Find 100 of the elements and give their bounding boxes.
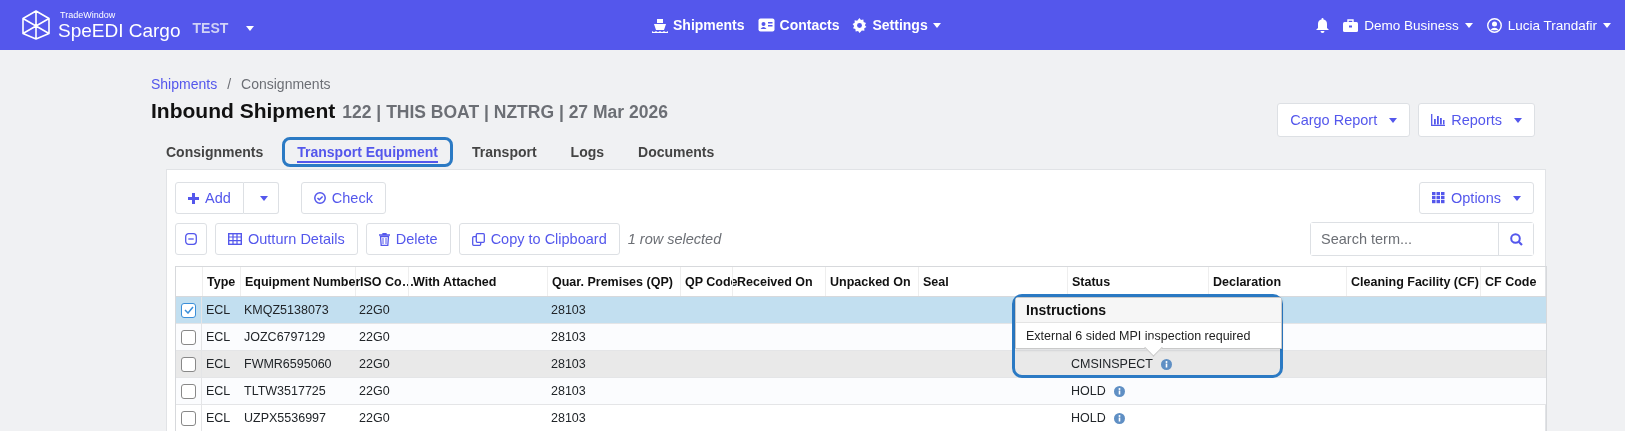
- table-cell: ECL: [206, 303, 231, 317]
- table-icon: [228, 233, 242, 245]
- nav-link[interactable]: Shipments: [652, 17, 745, 33]
- tab[interactable]: Logs: [555, 137, 620, 167]
- column-header[interactable]: Unpacked On: [830, 274, 911, 289]
- briefcase-icon: [1343, 18, 1359, 32]
- table-cell: JOZC6797129: [244, 330, 326, 344]
- table-row[interactable]: ECL TLTW3517725 22G0 28103 HOLD: [176, 378, 1546, 405]
- row-checkbox[interactable]: [181, 302, 196, 318]
- check-circle-icon: [313, 192, 326, 204]
- caret-icon: [1514, 117, 1522, 123]
- user-menu[interactable]: Lucia Trandafir: [1486, 17, 1611, 33]
- report-dropdown-button[interactable]: Cargo Report: [1277, 103, 1411, 137]
- table-cell: 28103: [551, 303, 586, 317]
- table-cell: 22G0: [359, 330, 390, 344]
- status-text: HOLD: [1071, 384, 1106, 398]
- caret-icon: [932, 22, 941, 28]
- row-checkbox[interactable]: [181, 383, 196, 399]
- table-cell: 28103: [551, 357, 586, 371]
- column-header[interactable]: Cleaning Facility (CF): [1351, 274, 1479, 289]
- breadcrumb-separator: /: [227, 76, 232, 92]
- copy-icon: [471, 232, 485, 246]
- breadcrumb-link[interactable]: Shipments: [151, 76, 218, 92]
- ship-icon: [652, 17, 668, 33]
- search-button[interactable]: [1498, 223, 1533, 255]
- table-cell: ECL: [206, 357, 231, 371]
- popover-text: External 6 sided MPI inspection required: [1026, 329, 1251, 343]
- table-cell: 22G0: [359, 411, 390, 425]
- nav-link[interactable]: Settings: [852, 17, 941, 33]
- table-cell: 22G0: [359, 384, 390, 398]
- table-cell: TLTW3517725: [244, 384, 326, 398]
- column-header[interactable]: With Attached: [413, 274, 497, 289]
- table-cell: ECL: [206, 411, 231, 425]
- grid-icon: [1432, 192, 1445, 204]
- info-icon[interactable]: [1113, 385, 1125, 397]
- row-checkbox[interactable]: [181, 329, 196, 345]
- column-header[interactable]: CF Code: [1485, 274, 1537, 289]
- environment-label: TEST: [192, 20, 229, 36]
- row-checkbox[interactable]: [181, 356, 196, 372]
- add-button[interactable]: Add: [175, 182, 244, 214]
- caret-icon: [1513, 195, 1521, 201]
- table-cell: 28103: [551, 411, 586, 425]
- bar-chart-icon: [1431, 114, 1446, 126]
- table-cell: UZPX5536997: [244, 411, 326, 425]
- check-button[interactable]: Check: [300, 182, 386, 214]
- status-text: HOLD: [1071, 411, 1106, 425]
- tab[interactable]: Documents: [623, 137, 730, 167]
- column-header[interactable]: Equipment Number: [245, 274, 361, 289]
- info-icon[interactable]: [1160, 358, 1172, 370]
- table-cell: 22G0: [359, 357, 390, 371]
- copy-to-clipboard-button[interactable]: Copy to Clipboard: [458, 223, 620, 255]
- tab[interactable]: Transport: [457, 137, 552, 167]
- column-header[interactable]: Status: [1072, 274, 1111, 289]
- status-text: CMSINSPECT: [1071, 357, 1153, 371]
- bell-icon[interactable]: [1316, 17, 1330, 33]
- breadcrumb-current: Consignments: [241, 76, 331, 92]
- brand-subtitle: TradeWindow: [60, 10, 117, 20]
- table-cell: ECL: [206, 384, 231, 398]
- caret-icon: [1603, 22, 1611, 28]
- collapse-button[interactable]: [175, 223, 207, 255]
- page-title: Inbound Shipment: [151, 99, 336, 123]
- column-header[interactable]: Type: [207, 274, 236, 289]
- search-icon: [1509, 232, 1523, 246]
- delete-button[interactable]: Delete: [365, 223, 451, 255]
- outturn-details-button[interactable]: Outturn Details: [215, 223, 358, 255]
- table-cell: 28103: [551, 330, 586, 344]
- column-header[interactable]: Quar. Premises (QP): [552, 274, 673, 289]
- selection-info: 1 row selected: [627, 231, 722, 247]
- nav-link[interactable]: Contacts: [757, 17, 840, 33]
- table-cell: 22G0: [359, 303, 390, 317]
- table-cell: FWMR6595060: [244, 357, 332, 371]
- plus-icon: [188, 192, 199, 204]
- caret-icon: [1389, 117, 1398, 123]
- column-header[interactable]: Received On: [737, 274, 813, 289]
- gear-icon: [852, 17, 868, 33]
- popover-title: Instructions: [1016, 298, 1281, 323]
- caret-icon[interactable]: [246, 25, 255, 31]
- caret-icon: [1464, 22, 1473, 28]
- table-row[interactable]: ECL UZPX5536997 22G0 28103 HOLD: [176, 405, 1546, 431]
- report-dropdown-button[interactable]: Reports: [1418, 103, 1535, 137]
- user-avatar-icon: [1486, 17, 1502, 33]
- table-cell: ECL: [206, 330, 231, 344]
- table-row[interactable]: ECL FWMR6595060 22G0 28103 CMSINSPECT: [176, 351, 1546, 378]
- table-cell: KMQZ5138073: [244, 303, 329, 317]
- business-menu[interactable]: Demo Business: [1343, 17, 1473, 33]
- collapse-icon: [185, 233, 197, 245]
- info-icon[interactable]: [1113, 412, 1125, 424]
- column-header[interactable]: Seal: [923, 274, 949, 289]
- tab[interactable]: Consignments: [151, 137, 279, 167]
- cube-logo-icon: [20, 9, 52, 41]
- column-header[interactable]: Declaration: [1213, 274, 1282, 289]
- contact-card-icon: [757, 18, 775, 32]
- trash-icon: [378, 232, 390, 246]
- options-button[interactable]: Options: [1419, 182, 1534, 214]
- page-subtitle: 122 | THIS BOAT | NZTRG | 27 Mar 2026: [342, 102, 668, 123]
- table-cell: 28103: [551, 384, 586, 398]
- app-name[interactable]: SpeEDI Cargo: [58, 20, 181, 40]
- row-checkbox[interactable]: [181, 410, 196, 426]
- search-field[interactable]: Search term...: [1310, 222, 1534, 256]
- caret-icon: [259, 195, 268, 201]
